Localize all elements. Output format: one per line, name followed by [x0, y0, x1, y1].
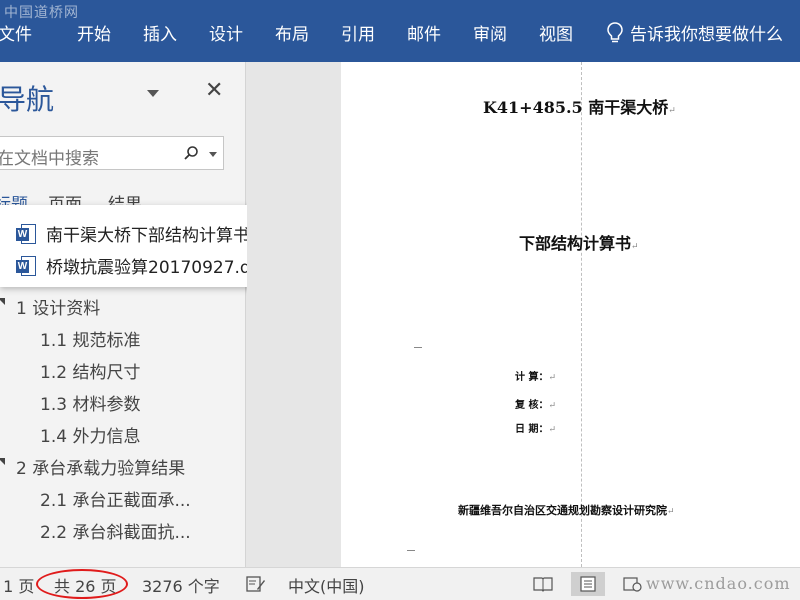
word-document-icon: W	[16, 223, 36, 245]
tree-item[interactable]: 1.2 结构尺寸	[40, 358, 140, 383]
tab-view[interactable]: 视图	[539, 20, 573, 45]
nav-pane-title: 导航	[0, 83, 55, 116]
doc-sign-review: 复 核：↵	[515, 400, 557, 411]
collapse-triangle-icon[interactable]	[0, 458, 5, 465]
tree-item[interactable]: 1.3 材料参数	[40, 390, 140, 415]
watermark-text: www.cndao.com	[646, 574, 791, 593]
search-input[interactable]: 在文档中搜索	[0, 136, 224, 170]
word-document-icon: W	[16, 255, 36, 277]
navigation-pane: 导航 ✕ 在文档中搜索 标题 页面 结果 1 设计资料 1.1 规范标准 1.2…	[0, 62, 246, 567]
tree-item[interactable]: 1.1 规范标准	[40, 326, 140, 351]
recent-file-item[interactable]: W 桥墩抗震验算20170927.docx	[16, 253, 281, 278]
status-bar: 第 1 页 共 26 页 3276 个字 中文(中国) www.cndao.co…	[0, 567, 800, 600]
watermark-text: 中国道桥网	[4, 5, 79, 21]
lightbulb-icon	[607, 21, 623, 42]
margin-corner-mark	[407, 550, 415, 558]
center-guide	[581, 62, 582, 567]
tell-me-text: 告诉我你想要做什么	[630, 25, 783, 45]
tree-item[interactable]: 1 设计资料	[16, 294, 100, 319]
page-indicator[interactable]: 第 1 页	[0, 573, 34, 597]
search-placeholder: 在文档中搜索	[0, 149, 99, 169]
chevron-down-icon[interactable]	[147, 90, 159, 97]
tab-file[interactable]: 文件	[0, 20, 32, 45]
chevron-down-icon[interactable]	[209, 152, 217, 157]
print-layout-icon	[580, 576, 596, 592]
tree-item[interactable]: 2.1 承台正截面承...	[40, 486, 191, 511]
tab-references[interactable]: 引用	[341, 20, 375, 45]
search-icon[interactable]	[183, 145, 199, 161]
web-layout-icon	[623, 577, 642, 592]
ribbon: 中国道桥网 文件 开始 插入 设计 布局 引用 邮件 审阅 视图 告诉我你想要做…	[0, 0, 800, 62]
tree-item[interactable]: 2 承台承载力验算结果	[16, 454, 185, 479]
tab-design[interactable]: 设计	[209, 20, 243, 45]
read-mode-icon	[533, 577, 553, 592]
print-layout-button[interactable]	[571, 572, 605, 596]
word-count[interactable]: 3276 个字	[142, 573, 220, 597]
doc-subtitle: 下部结构计算书↵	[519, 234, 639, 253]
tab-layout[interactable]: 布局	[275, 20, 309, 45]
document-canvas[interactable]: K41+485.5 南干渠大桥↵ 下部结构计算书↵ 计 算：↵ 复 核：↵ 日 …	[247, 62, 800, 567]
proofing-icon[interactable]	[246, 575, 266, 593]
doc-sign-calc: 计 算：↵	[515, 372, 557, 383]
margin-corner-mark	[414, 340, 422, 348]
tab-review[interactable]: 审阅	[473, 20, 507, 45]
red-highlight-ellipse	[36, 569, 128, 599]
doc-sign-date: 日 期：↵	[515, 424, 557, 435]
tab-insert[interactable]: 插入	[143, 20, 177, 45]
document-page[interactable]: K41+485.5 南干渠大桥↵ 下部结构计算书↵ 计 算：↵ 复 核：↵ 日 …	[341, 62, 800, 567]
tree-item[interactable]: 1.4 外力信息	[40, 422, 140, 447]
web-layout-button[interactable]	[616, 572, 650, 596]
doc-institute: 新疆维吾尔自治区交通规划勘察设计研究院↵	[458, 504, 675, 517]
tab-mailings[interactable]: 邮件	[407, 20, 441, 45]
language-indicator[interactable]: 中文(中国)	[288, 573, 365, 597]
tree-item[interactable]: 2.2 承台斜截面抗...	[40, 518, 191, 543]
tab-home[interactable]: 开始	[77, 20, 111, 45]
close-icon[interactable]: ✕	[205, 78, 223, 103]
collapse-triangle-icon[interactable]	[0, 298, 5, 305]
recent-file-name: 桥墩抗震验算20170927.docx	[46, 258, 281, 278]
read-mode-button[interactable]	[526, 572, 560, 596]
doc-title-line: K41+485.5 南干渠大桥↵	[483, 98, 676, 117]
tell-me-box[interactable]: 告诉我你想要做什么	[606, 20, 783, 45]
